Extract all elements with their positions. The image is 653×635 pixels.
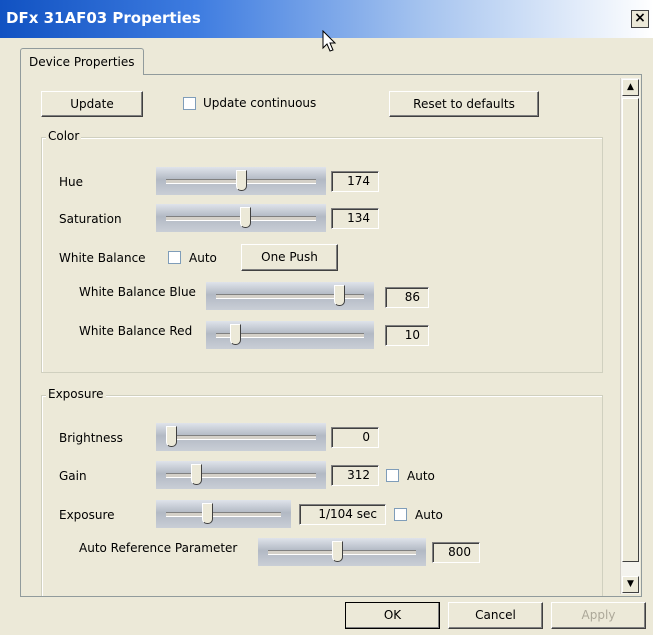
scroll-up-button[interactable]: ▲: [622, 79, 639, 96]
scroll-up-icon: ▲: [627, 82, 634, 92]
vertical-scrollbar[interactable]: ▲ ▼: [620, 78, 640, 594]
exposure-value[interactable]: 1/104 sec: [299, 504, 386, 525]
auto-reference-parameter-slider-thumb[interactable]: [332, 541, 344, 562]
color-group-title: Color: [46, 129, 82, 143]
white-balance-red-value[interactable]: 10: [385, 325, 429, 346]
exposure-label: Exposure: [59, 508, 115, 522]
exposure-slider-track: [166, 512, 281, 517]
white-balance-blue-value[interactable]: 86: [385, 287, 429, 308]
exposure-auto-label: Auto: [415, 508, 443, 522]
scrollbar-thumb[interactable]: [622, 98, 639, 562]
update-continuous-label: Update continuous: [203, 96, 317, 110]
gain-slider[interactable]: [156, 461, 326, 489]
white-balance-red-label: White Balance Red: [79, 324, 193, 338]
scroll-down-button[interactable]: ▼: [622, 576, 639, 593]
exposure-slider-thumb[interactable]: [202, 503, 214, 524]
update-button[interactable]: Update: [41, 91, 143, 117]
brightness-slider[interactable]: [156, 423, 326, 451]
white-balance-blue-slider-thumb[interactable]: [333, 285, 345, 306]
gain-slider-thumb[interactable]: [191, 464, 203, 485]
update-continuous-checkbox[interactable]: [183, 97, 196, 110]
saturation-value[interactable]: 134: [331, 208, 379, 229]
gain-auto-checkbox[interactable]: [386, 469, 399, 482]
tab-device-properties[interactable]: Device Properties: [20, 48, 144, 75]
auto-reference-parameter-label: Auto Reference Parameter: [79, 541, 238, 555]
gain-label: Gain: [59, 469, 87, 483]
brightness-value[interactable]: 0: [331, 427, 379, 448]
gain-auto-label: Auto: [407, 469, 435, 483]
properties-dialog: DFx 31AF03 Properties × Device Propertie…: [0, 0, 653, 635]
hue-value[interactable]: 174: [331, 171, 379, 192]
gain-slider-track: [166, 473, 316, 478]
auto-reference-parameter-value[interactable]: 800: [432, 542, 480, 563]
exposure-slider[interactable]: [156, 500, 291, 528]
white-balance-auto-label: Auto: [189, 251, 217, 265]
saturation-slider-thumb[interactable]: [239, 207, 251, 228]
saturation-label: Saturation: [59, 212, 122, 226]
white-balance-auto-checkbox[interactable]: [168, 251, 181, 264]
gain-value[interactable]: 312: [331, 465, 379, 486]
window-title: DFx 31AF03 Properties: [6, 9, 201, 27]
exposure-group-title: Exposure: [46, 387, 106, 401]
hue-label: Hue: [59, 175, 84, 189]
mouse-cursor-icon: [322, 30, 337, 52]
scroll-down-icon: ▼: [627, 579, 634, 589]
tab-label: Device Properties: [29, 55, 135, 69]
saturation-slider[interactable]: [156, 204, 326, 232]
cancel-button[interactable]: Cancel: [448, 602, 543, 629]
one-push-button[interactable]: One Push: [241, 244, 338, 271]
brightness-slider-track: [166, 435, 316, 440]
close-icon: ×: [634, 10, 646, 26]
white-balance-blue-label: White Balance Blue: [79, 285, 196, 299]
hue-slider-thumb[interactable]: [235, 170, 247, 191]
white-balance-red-slider-thumb[interactable]: [229, 324, 241, 345]
reset-to-defaults-button[interactable]: Reset to defaults: [389, 91, 539, 117]
device-properties-panel: Update Update continuous Reset to defaul…: [20, 74, 642, 597]
ok-button[interactable]: OK: [345, 602, 440, 629]
brightness-slider-thumb[interactable]: [166, 426, 177, 447]
white-balance-red-slider[interactable]: [206, 321, 374, 349]
white-balance-blue-slider[interactable]: [206, 282, 374, 310]
auto-reference-parameter-slider[interactable]: [258, 538, 426, 566]
white-balance-label: White Balance: [59, 251, 146, 265]
hue-slider[interactable]: [156, 167, 326, 195]
exposure-auto-checkbox[interactable]: [394, 508, 407, 521]
brightness-label: Brightness: [59, 431, 123, 445]
apply-button[interactable]: Apply: [551, 602, 646, 629]
close-button[interactable]: ×: [631, 10, 649, 28]
